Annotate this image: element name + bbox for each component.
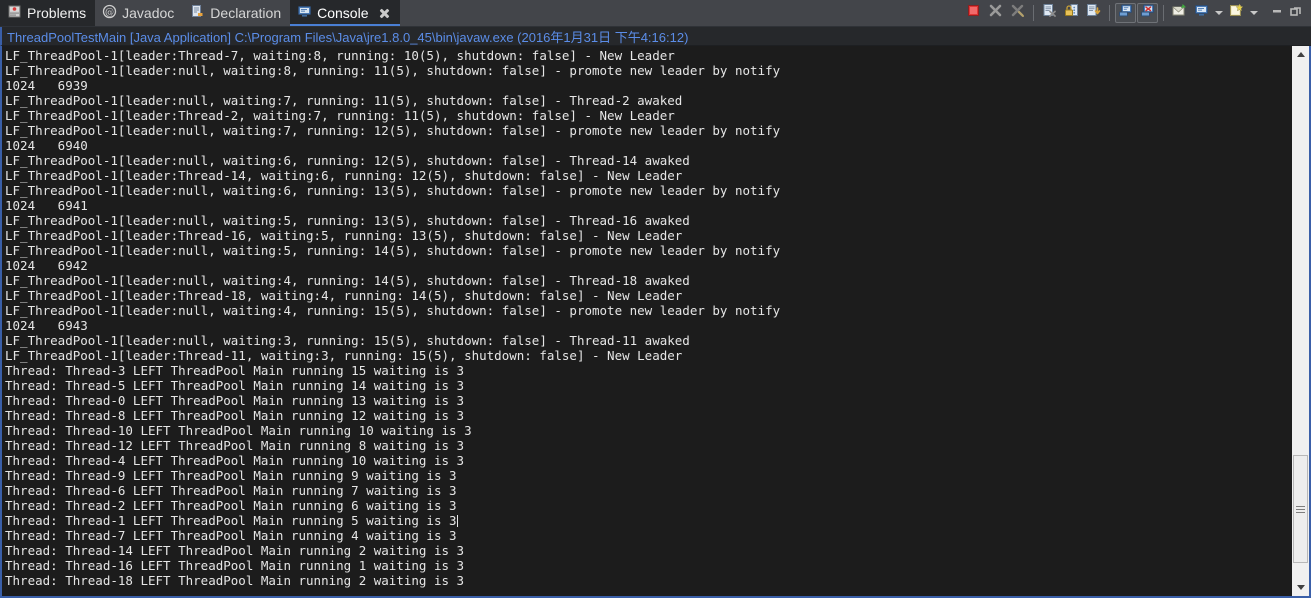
console-line: LF_ThreadPool-1[leader:Thread-14, waitin… xyxy=(5,168,683,183)
console-line: Thread: Thread-5 LEFT ThreadPool Main ru… xyxy=(5,378,465,393)
x-icon xyxy=(988,3,1003,23)
console-line: 1024 6941 xyxy=(5,198,88,213)
scroll-lock-button[interactable] xyxy=(1061,3,1082,23)
problems-icon xyxy=(7,4,22,22)
remove-all-terminated-button[interactable] xyxy=(1007,3,1028,23)
console-line: LF_ThreadPool-1[leader:Thread-18, waitin… xyxy=(5,288,683,303)
tabbar-filler xyxy=(400,0,964,26)
console-line: Thread: Thread-16 LEFT ThreadPool Main r… xyxy=(5,558,465,573)
show-on-stdout-button[interactable] xyxy=(1115,3,1136,23)
console-line: LF_ThreadPool-1[leader:Thread-16, waitin… xyxy=(5,228,683,243)
console-toolbar xyxy=(963,0,1311,26)
display-console-dropdown-arrow[interactable] xyxy=(1213,3,1225,23)
console-line: Thread: Thread-18 LEFT ThreadPool Main r… xyxy=(5,573,465,588)
clear-console-button[interactable] xyxy=(1039,3,1060,23)
tab-declaration-label: Declaration xyxy=(210,5,282,21)
declaration-icon xyxy=(190,4,205,22)
console-line: 1024 6942 xyxy=(5,258,88,273)
clear-console-icon xyxy=(1042,3,1057,23)
view-tab-bar: Problems @ Javadoc Declaration Console xyxy=(0,0,1311,27)
tab-declaration[interactable]: Declaration xyxy=(183,0,290,26)
console-line: LF_ThreadPool-1[leader:null, waiting:4, … xyxy=(5,273,690,288)
console-line: LF_ThreadPool-1[leader:null, waiting:5, … xyxy=(5,243,781,258)
console-output-area[interactable]: LF_ThreadPool-1[leader:Thread-7, waiting… xyxy=(0,46,1311,598)
padlock-icon xyxy=(1064,3,1079,23)
console-launch-title: ThreadPoolTestMain [Java Application] C:… xyxy=(0,27,1311,46)
console-line: Thread: Thread-2 LEFT ThreadPool Main ru… xyxy=(5,498,457,513)
chevron-up-icon xyxy=(1296,52,1305,57)
console-line: LF_ThreadPool-1[leader:null, waiting:7, … xyxy=(5,123,781,138)
tab-javadoc[interactable]: @ Javadoc xyxy=(95,0,183,26)
console-line: Thread: Thread-6 LEFT ThreadPool Main ru… xyxy=(5,483,457,498)
word-wrap-icon xyxy=(1086,3,1101,23)
console-line: LF_ThreadPool-1[leader:null, waiting:5, … xyxy=(5,213,690,228)
console-line: LF_ThreadPool-1[leader:null, waiting:6, … xyxy=(5,183,781,198)
display-console-icon xyxy=(1194,3,1209,23)
console-err-icon xyxy=(1140,3,1155,23)
console-line: LF_ThreadPool-1[leader:Thread-2, waiting… xyxy=(5,108,675,123)
scrollbar-track[interactable] xyxy=(1292,63,1309,579)
show-on-stderr-button[interactable] xyxy=(1137,3,1158,23)
scrollbar-grip-icon xyxy=(1296,504,1305,515)
terminate-button[interactable] xyxy=(963,3,984,23)
console-line: Thread: Thread-4 LEFT ThreadPool Main ru… xyxy=(5,453,465,468)
console-line: Thread: Thread-7 LEFT ThreadPool Main ru… xyxy=(5,528,457,543)
open-console-button[interactable] xyxy=(1226,3,1247,23)
close-icon[interactable] xyxy=(378,7,391,20)
toolbar-separator-3 xyxy=(1163,5,1164,21)
console-line: LF_ThreadPool-1[leader:Thread-7, waiting… xyxy=(5,48,675,63)
svg-text:@: @ xyxy=(105,8,114,18)
console-line: Thread: Thread-3 LEFT ThreadPool Main ru… xyxy=(5,363,465,378)
maximize-icon xyxy=(1289,4,1303,23)
tab-problems[interactable]: Problems xyxy=(0,0,96,26)
red-stop-square-icon xyxy=(966,3,981,23)
console-view-stack: Problems @ Javadoc Declaration Console T… xyxy=(0,0,1311,598)
javadoc-icon: @ xyxy=(102,4,117,22)
console-line: LF_ThreadPool-1[leader:Thread-11, waitin… xyxy=(5,348,683,363)
pin-console-button[interactable] xyxy=(1169,3,1190,23)
tab-console[interactable]: Console xyxy=(290,0,400,26)
console-line: LF_ThreadPool-1[leader:null, waiting:7, … xyxy=(5,93,683,108)
toolbar-separator-2 xyxy=(1109,5,1110,21)
console-line: LF_ThreadPool-1[leader:null, waiting:4, … xyxy=(5,303,781,318)
console-icon xyxy=(297,4,312,22)
console-line: Thread: Thread-1 LEFT ThreadPool Main ru… xyxy=(5,513,458,528)
x-tools-icon xyxy=(1010,3,1025,23)
scroll-up-button[interactable] xyxy=(1292,46,1309,63)
console-line: Thread: Thread-0 LEFT ThreadPool Main ru… xyxy=(5,393,465,408)
console-out-icon xyxy=(1118,3,1133,23)
scrollbar-thumb[interactable] xyxy=(1293,455,1308,563)
console-line: 1024 6940 xyxy=(5,138,88,153)
chevron-down-icon xyxy=(1296,585,1305,590)
open-console-icon xyxy=(1229,3,1244,23)
text-caret xyxy=(456,515,458,527)
minimize-icon xyxy=(1270,4,1284,23)
tab-javadoc-label: Javadoc xyxy=(122,5,175,21)
console-line: LF_ThreadPool-1[leader:null, waiting:3, … xyxy=(5,333,690,348)
tab-list: Problems @ Javadoc Declaration Console xyxy=(0,0,400,26)
display-selected-console-button[interactable] xyxy=(1191,3,1212,23)
word-wrap-button[interactable] xyxy=(1083,3,1104,23)
tab-console-label: Console xyxy=(317,5,369,21)
maximize-button[interactable] xyxy=(1287,3,1305,23)
console-line: 1024 6943 xyxy=(5,318,88,333)
console-line: Thread: Thread-9 LEFT ThreadPool Main ru… xyxy=(5,468,457,483)
pin-console-icon xyxy=(1172,3,1187,23)
toolbar-separator xyxy=(1033,5,1034,21)
console-line: Thread: Thread-10 LEFT ThreadPool Main r… xyxy=(5,423,472,438)
console-line: Thread: Thread-12 LEFT ThreadPool Main r… xyxy=(5,438,465,453)
console-line: Thread: Thread-8 LEFT ThreadPool Main ru… xyxy=(5,408,465,423)
remove-launch-button[interactable] xyxy=(985,3,1006,23)
console-vertical-scrollbar[interactable] xyxy=(1291,46,1309,596)
console-line: 1024 6939 xyxy=(5,78,88,93)
scroll-down-button[interactable] xyxy=(1292,579,1309,596)
console-line: LF_ThreadPool-1[leader:null, waiting:6, … xyxy=(5,153,690,168)
console-output-text[interactable]: LF_ThreadPool-1[leader:Thread-7, waiting… xyxy=(2,46,1291,596)
console-line: Thread: Thread-14 LEFT ThreadPool Main r… xyxy=(5,543,465,558)
console-line: LF_ThreadPool-1[leader:null, waiting:8, … xyxy=(5,63,781,78)
minimize-button[interactable] xyxy=(1268,3,1286,23)
open-console-dropdown-arrow[interactable] xyxy=(1248,3,1260,23)
tab-problems-label: Problems xyxy=(27,5,87,21)
